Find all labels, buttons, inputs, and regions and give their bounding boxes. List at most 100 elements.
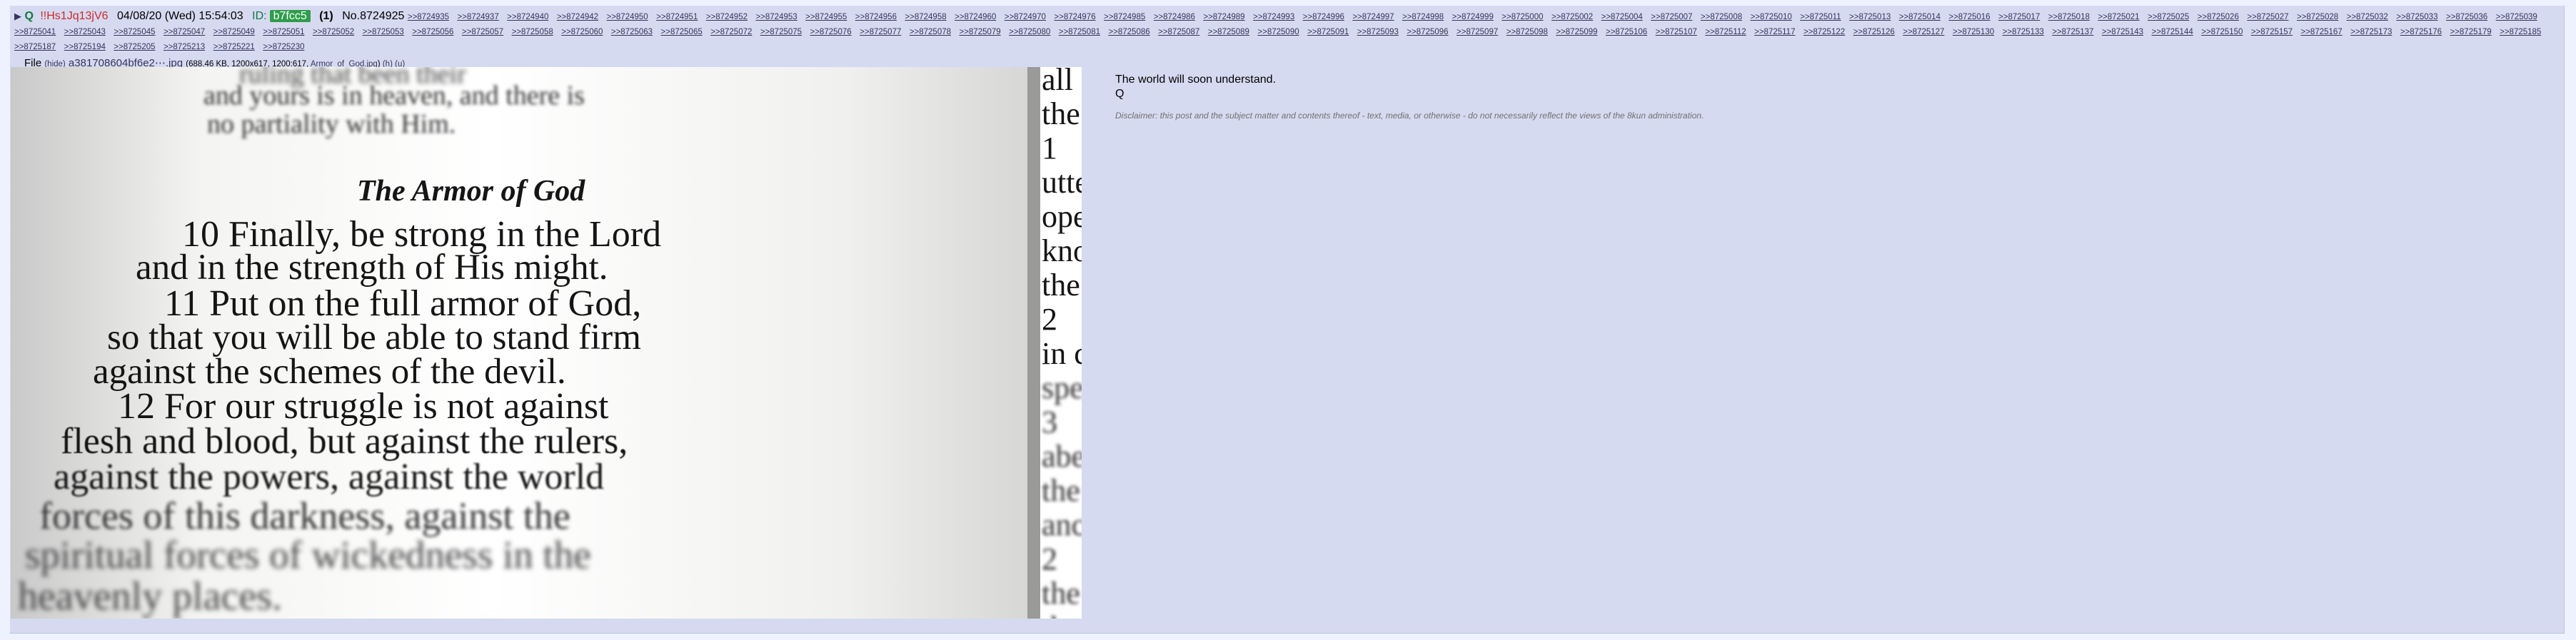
reply-link[interactable]: >>8725179 bbox=[2450, 28, 2491, 36]
reply-link[interactable]: >>8725049 bbox=[213, 28, 255, 36]
reply-link[interactable]: >>8724937 bbox=[458, 13, 499, 21]
reply-link[interactable]: >>8725097 bbox=[1456, 28, 1498, 36]
reply-link[interactable]: >>8725081 bbox=[1059, 28, 1100, 36]
reply-link[interactable]: >>8725033 bbox=[2396, 13, 2437, 21]
reply-link[interactable]: >>8725080 bbox=[1009, 28, 1050, 36]
reply-link[interactable]: >>8725051 bbox=[263, 28, 304, 36]
post-menu-arrow-icon[interactable]: ▶ bbox=[14, 11, 21, 21]
reply-link[interactable]: >>8725008 bbox=[1701, 13, 1742, 21]
reply-link[interactable]: >>8725079 bbox=[959, 28, 1000, 36]
reply-link[interactable]: >>8724955 bbox=[805, 13, 847, 21]
reply-link[interactable]: >>8725057 bbox=[462, 28, 503, 36]
reply-link[interactable]: >>8725078 bbox=[910, 28, 951, 36]
reply-link[interactable]: >>8725194 bbox=[64, 43, 106, 51]
reply-link[interactable]: >>8725213 bbox=[163, 43, 205, 51]
reply-link[interactable]: >>8724935 bbox=[408, 13, 449, 21]
reply-link[interactable]: >>8725093 bbox=[1357, 28, 1399, 36]
reply-link[interactable]: >>8725045 bbox=[114, 28, 155, 36]
reply-link[interactable]: >>8725091 bbox=[1307, 28, 1349, 36]
reply-link[interactable]: >>8725221 bbox=[213, 43, 255, 51]
reply-link[interactable]: >>8725013 bbox=[1849, 13, 1891, 21]
reply-link[interactable]: >>8724952 bbox=[706, 13, 748, 21]
reply-link[interactable]: >>8725086 bbox=[1108, 28, 1149, 36]
reply-link[interactable]: >>8725112 bbox=[1705, 28, 1746, 36]
reply-link[interactable]: >>8725126 bbox=[1853, 28, 1895, 36]
reply-link[interactable]: >>8725053 bbox=[363, 28, 404, 36]
reply-link[interactable]: >>8725016 bbox=[1948, 13, 1990, 21]
reply-link[interactable]: >>8724951 bbox=[656, 13, 698, 21]
reply-link[interactable]: >>8725106 bbox=[1606, 28, 1647, 36]
reply-link[interactable]: >>8724953 bbox=[755, 13, 797, 21]
reply-link[interactable]: >>8725027 bbox=[2247, 13, 2288, 21]
reply-link[interactable]: >>8725028 bbox=[2297, 13, 2338, 21]
reply-link[interactable]: >>8725052 bbox=[313, 28, 354, 36]
reply-link[interactable]: >>8725090 bbox=[1257, 28, 1299, 36]
reply-link[interactable]: >>8724950 bbox=[606, 13, 648, 21]
reply-link[interactable]: >>8725043 bbox=[64, 28, 106, 36]
reply-link[interactable]: >>8725205 bbox=[114, 43, 155, 51]
reply-link[interactable]: >>8725187 bbox=[14, 43, 56, 51]
reply-link[interactable]: >>8725056 bbox=[412, 28, 453, 36]
reply-link[interactable]: >>8725036 bbox=[2446, 13, 2487, 21]
reply-link[interactable]: >>8725176 bbox=[2400, 28, 2442, 36]
reply-link[interactable]: >>8724976 bbox=[1054, 13, 1095, 21]
reply-link[interactable]: >>8725032 bbox=[2347, 13, 2388, 21]
reply-link[interactable]: >>8725039 bbox=[2496, 13, 2537, 21]
reply-link[interactable]: >>8725072 bbox=[710, 28, 752, 36]
reply-link[interactable]: >>8724942 bbox=[557, 13, 598, 21]
reply-link[interactable]: >>8725230 bbox=[263, 43, 304, 51]
reply-link[interactable]: >>8725122 bbox=[1803, 28, 1845, 36]
reply-link[interactable]: >>8725107 bbox=[1656, 28, 1697, 36]
reply-link[interactable]: >>8725041 bbox=[14, 28, 56, 36]
reply-link[interactable]: >>8725021 bbox=[2098, 13, 2139, 21]
reply-link[interactable]: >>8725133 bbox=[2003, 28, 2044, 36]
reply-link[interactable]: >>8724940 bbox=[507, 13, 548, 21]
reply-link[interactable]: >>8724956 bbox=[855, 13, 897, 21]
reply-link[interactable]: >>8725065 bbox=[661, 28, 703, 36]
reply-link[interactable]: >>8725089 bbox=[1208, 28, 1249, 36]
reply-link[interactable]: >>8725077 bbox=[860, 28, 901, 36]
post-number[interactable]: No.8724925 bbox=[342, 10, 404, 22]
reply-link[interactable]: >>8725150 bbox=[2201, 28, 2243, 36]
reply-link[interactable]: >>8724986 bbox=[1154, 13, 1195, 21]
reply-link[interactable]: >>8725185 bbox=[2500, 28, 2541, 36]
reply-link[interactable]: >>8725098 bbox=[1506, 28, 1548, 36]
reply-link[interactable]: >>8725117 bbox=[1754, 28, 1795, 36]
reply-link[interactable]: >>8725011 bbox=[1800, 13, 1841, 21]
reply-link[interactable]: >>8725063 bbox=[611, 28, 653, 36]
reply-link[interactable]: >>8724970 bbox=[1005, 13, 1046, 21]
reply-link[interactable]: >>8724960 bbox=[955, 13, 996, 21]
reply-link[interactable]: >>8725017 bbox=[1998, 13, 2040, 21]
reply-link[interactable]: >>8725087 bbox=[1158, 28, 1199, 36]
reply-link[interactable]: >>8725025 bbox=[2148, 13, 2189, 21]
reply-link[interactable]: >>8725058 bbox=[512, 28, 553, 36]
reply-link[interactable]: >>8725130 bbox=[1953, 28, 1994, 36]
poster-id[interactable]: b7fcc5 bbox=[269, 10, 311, 22]
reply-link[interactable]: >>8725137 bbox=[2052, 28, 2093, 36]
reply-link[interactable]: >>8725000 bbox=[1501, 13, 1543, 21]
reply-link[interactable]: >>8725060 bbox=[561, 28, 603, 36]
reply-link[interactable]: >>8725010 bbox=[1751, 13, 1792, 21]
reply-link[interactable]: >>8725157 bbox=[2251, 28, 2293, 36]
reply-link[interactable]: >>8724996 bbox=[1303, 13, 1344, 21]
reply-link[interactable]: >>8725014 bbox=[1899, 13, 1941, 21]
reply-link[interactable]: >>8725075 bbox=[760, 28, 802, 36]
reply-link[interactable]: >>8725127 bbox=[1903, 28, 1944, 36]
reply-link[interactable]: >>8725002 bbox=[1551, 13, 1593, 21]
post-image-armor-of-god[interactable]: ruling that been their and yours is in h… bbox=[11, 67, 1082, 619]
reply-link[interactable]: >>8724993 bbox=[1253, 13, 1294, 21]
reply-link[interactable]: >>8725018 bbox=[2048, 13, 2090, 21]
reply-link[interactable]: >>8725096 bbox=[1407, 28, 1448, 36]
reply-link[interactable]: >>8725173 bbox=[2350, 28, 2392, 36]
reply-link[interactable]: >>8724998 bbox=[1402, 13, 1444, 21]
reply-link[interactable]: >>8724958 bbox=[905, 13, 946, 21]
reply-link[interactable]: >>8724989 bbox=[1203, 13, 1244, 21]
reply-link[interactable]: >>8725167 bbox=[2301, 28, 2343, 36]
reply-link[interactable]: >>8725026 bbox=[2198, 13, 2239, 21]
reply-link[interactable]: >>8725099 bbox=[1556, 28, 1597, 36]
reply-link[interactable]: >>8724985 bbox=[1104, 13, 1145, 21]
reply-link[interactable]: >>8725143 bbox=[2102, 28, 2143, 36]
reply-link[interactable]: >>8725076 bbox=[810, 28, 852, 36]
reply-link[interactable]: >>8724997 bbox=[1352, 13, 1394, 21]
reply-link[interactable]: >>8725007 bbox=[1651, 13, 1692, 21]
